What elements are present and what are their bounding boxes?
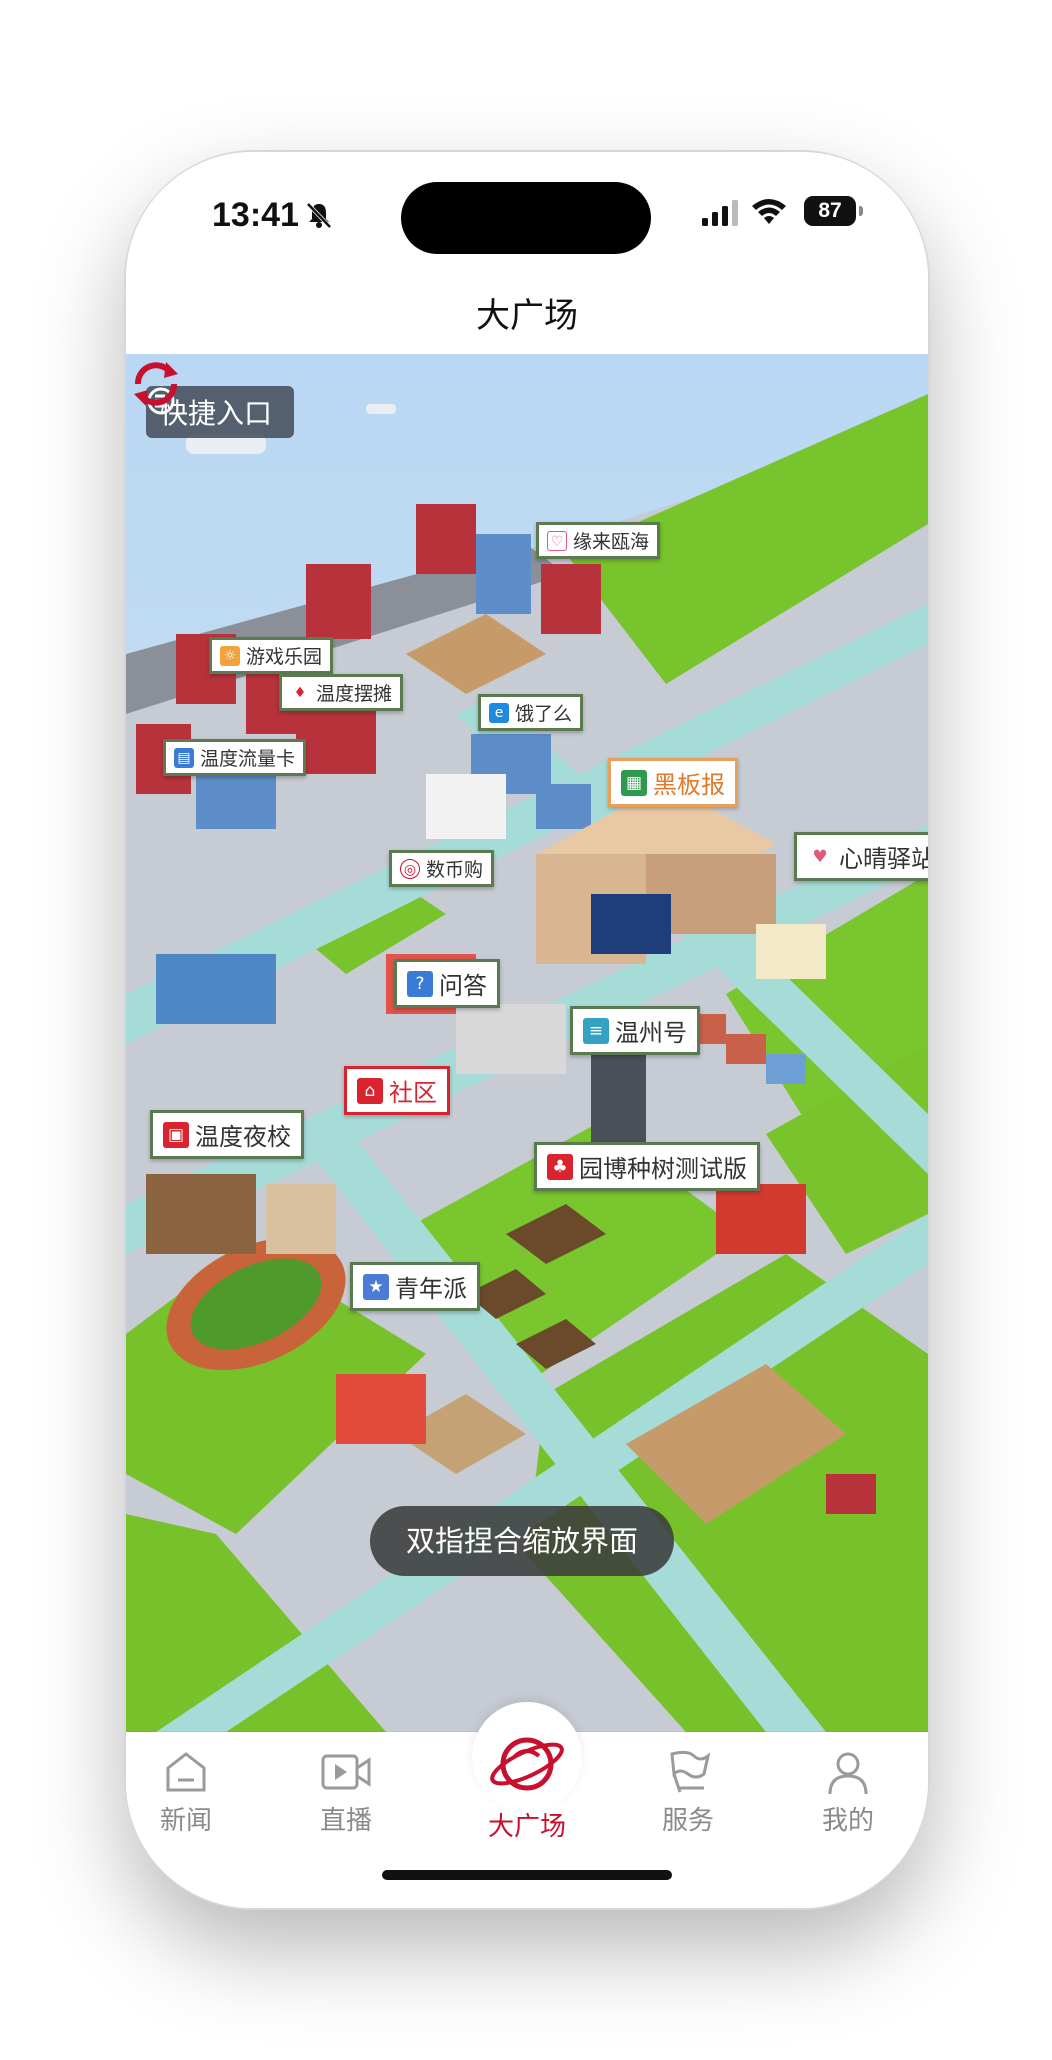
qa-icon: ?	[407, 970, 433, 997]
map-label-heiban[interactable]: ▦ 黑板报	[608, 758, 738, 807]
phone-screen: 13:41 87 大广场 快捷入口 ♡ 缘来瓯海 ☼ 游戏乐园 ♦ 温度摆摊 ▤…	[126, 152, 928, 1908]
flag-icon	[670, 1750, 711, 1793]
map-label-wenda[interactable]: ? 问答	[394, 959, 500, 1008]
person-icon	[828, 1752, 868, 1795]
map-label-eleme[interactable]: e 饿了么	[478, 694, 584, 731]
tab-live[interactable]: 直播	[286, 1748, 406, 1837]
map-label-youxi[interactable]: ☼ 游戏乐园	[209, 637, 334, 674]
map-label-baitan[interactable]: ♦ 温度摆摊	[279, 674, 404, 711]
pinch-zoom-toast: 双指捏合缩放界面	[370, 1506, 675, 1576]
tree-icon: ♣	[547, 1153, 573, 1180]
wifi-icon	[752, 199, 786, 224]
tab-plaza[interactable]: 大广场	[467, 1726, 587, 1843]
map-label-yuanlai[interactable]: ♡ 缘来瓯海	[536, 522, 661, 559]
home-indicator[interactable]	[382, 1870, 672, 1880]
map-label-qingnian[interactable]: ★ 青年派	[350, 1262, 480, 1311]
map-label-shequ[interactable]: ⌂ 社区	[344, 1066, 450, 1115]
map-label-shubi[interactable]: ◎ 数币购	[389, 850, 495, 887]
house-icon: ⌂	[357, 1077, 383, 1104]
status-time: 13:41	[212, 196, 299, 234]
game-icon: ☼	[220, 645, 240, 666]
blackboard-icon: ▦	[621, 769, 647, 796]
heart-icon: ♥	[807, 843, 833, 870]
tab-plaza-label: 大广场	[487, 1812, 566, 1842]
map-label-yebo[interactable]: ♣ 园博种树测试版	[534, 1142, 760, 1191]
heart-icon: ♡	[547, 530, 567, 551]
sim-card-icon: ▤	[174, 747, 194, 768]
battery-indicator: 87	[804, 196, 863, 226]
map-label-wenzhou[interactable]: ≡ 温州号	[570, 1006, 700, 1055]
tab-news-label: 新闻	[159, 1806, 212, 1836]
tab-service-label: 服务	[661, 1806, 714, 1836]
youth-icon: ★	[363, 1273, 389, 1300]
planet-icon	[490, 1737, 564, 1791]
tab-mine-label: 我的	[821, 1806, 874, 1836]
tab-bar: 新闻 直播 大广场 服务 我的	[126, 1702, 928, 1908]
news-tab-icon	[166, 1752, 206, 1792]
map-label-liuliang[interactable]: ▤ 温度流量卡	[163, 739, 307, 776]
tab-live-label: 直播	[319, 1806, 372, 1836]
live-video-icon	[321, 1754, 371, 1790]
news-icon: ≡	[583, 1017, 609, 1044]
tab-service[interactable]: 服务	[628, 1748, 748, 1837]
eleme-icon: e	[489, 702, 509, 723]
silent-bell-icon	[306, 202, 332, 229]
dynamic-island	[401, 182, 651, 254]
tab-mine[interactable]: 我的	[788, 1748, 908, 1837]
tab-news[interactable]: 新闻	[126, 1748, 246, 1837]
school-icon: ▣	[163, 1121, 189, 1148]
coin-icon: ◎	[400, 858, 420, 879]
map-label-xinqing[interactable]: ♥ 心晴驿站	[794, 832, 928, 881]
refresh-icon[interactable]	[126, 354, 186, 414]
stall-icon: ♦	[290, 682, 310, 703]
page-title: 大广场	[476, 296, 578, 336]
cellular-signal-icon	[702, 200, 738, 226]
map-label-yexiao[interactable]: ▣ 温度夜校	[150, 1110, 304, 1159]
